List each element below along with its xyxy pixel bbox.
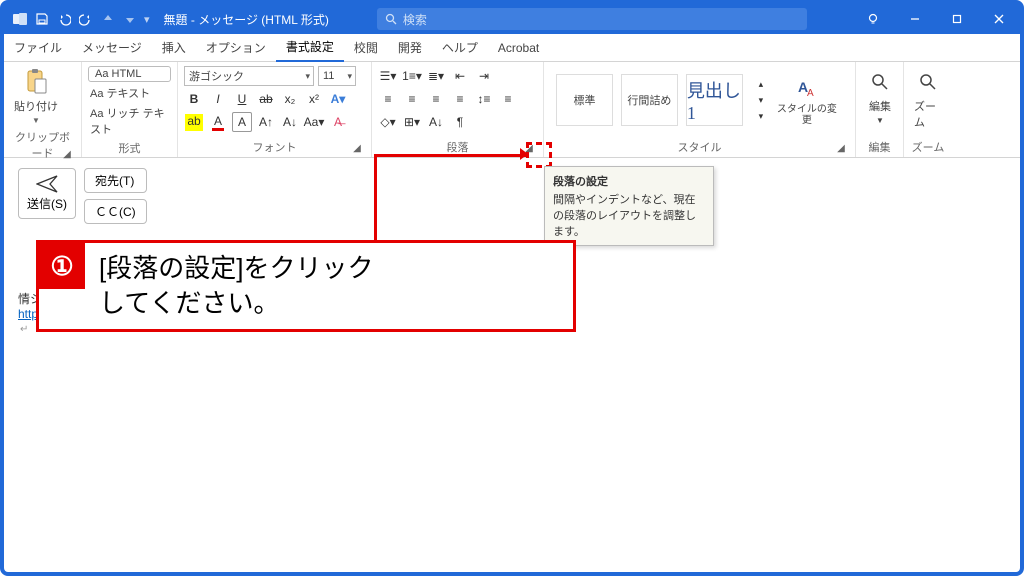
tab-help[interactable]: ヘルプ bbox=[432, 34, 488, 62]
clipboard-icon bbox=[22, 68, 50, 96]
font-family-select[interactable]: 游ゴシック bbox=[184, 66, 314, 86]
styles-launcher[interactable]: ◢ bbox=[835, 142, 847, 154]
close-button[interactable] bbox=[978, 4, 1020, 34]
dec-indent-button[interactable]: ⇤ bbox=[450, 66, 470, 86]
char-shading-button[interactable]: A bbox=[232, 112, 252, 132]
style-heading1[interactable]: 見出し 1 bbox=[686, 74, 743, 126]
distributed-button[interactable]: ≡ bbox=[498, 89, 518, 109]
highlight-marker bbox=[526, 142, 552, 168]
sort-button[interactable]: A↓ bbox=[426, 112, 446, 132]
italic-button[interactable]: I bbox=[208, 89, 228, 109]
superscript-button[interactable]: x² bbox=[304, 89, 324, 109]
up-arrow-icon[interactable] bbox=[100, 11, 116, 27]
outlook-icon bbox=[12, 11, 28, 27]
search-placeholder: 検索 bbox=[403, 11, 427, 28]
cc-button[interactable]: ＣＣ(C) bbox=[84, 199, 147, 224]
bold-button[interactable]: B bbox=[184, 89, 204, 109]
chevron-down-icon: ▼ bbox=[32, 116, 40, 125]
shading-button[interactable]: ◇▾ bbox=[378, 112, 398, 132]
to-button[interactable]: 宛先(T) bbox=[84, 168, 147, 193]
tab-options[interactable]: オプション bbox=[196, 34, 276, 62]
save-icon[interactable] bbox=[34, 11, 50, 27]
tab-insert[interactable]: 挿入 bbox=[152, 34, 196, 62]
numbering-button[interactable]: 1≡▾ bbox=[402, 66, 422, 86]
borders-button[interactable]: ⊞▾ bbox=[402, 112, 422, 132]
change-styles-button[interactable]: AA スタイルの変更 bbox=[771, 72, 843, 128]
style-nospace[interactable]: 行間詰め bbox=[621, 74, 678, 126]
send-icon bbox=[36, 175, 58, 193]
svg-text:A: A bbox=[807, 88, 814, 99]
align-left-button[interactable]: ≡ bbox=[378, 89, 398, 109]
show-marks-button[interactable]: ¶ bbox=[450, 112, 470, 132]
ribbon: 貼り付け ▼ クリップボード◢ Aa HTML Aa テキスト Aa リッチ テ… bbox=[4, 62, 1020, 158]
style-normal[interactable]: 標準 bbox=[556, 74, 613, 126]
tab-acrobat[interactable]: Acrobat bbox=[488, 34, 549, 62]
paste-button[interactable]: 貼り付け ▼ bbox=[10, 66, 62, 127]
redo-icon[interactable] bbox=[78, 11, 94, 27]
tab-file[interactable]: ファイル bbox=[4, 34, 72, 62]
send-button[interactable]: 送信(S) bbox=[18, 168, 76, 219]
change-styles-icon: AA bbox=[793, 74, 821, 102]
justify-button[interactable]: ≡ bbox=[450, 89, 470, 109]
grow-font-button[interactable]: A↑ bbox=[256, 112, 276, 132]
inc-indent-button[interactable]: ⇥ bbox=[474, 66, 494, 86]
align-right-button[interactable]: ≡ bbox=[426, 89, 446, 109]
zoom-button[interactable]: ズーム bbox=[910, 66, 946, 132]
gallery-more-icon[interactable]: ▾ bbox=[751, 109, 771, 123]
qat-overflow[interactable]: ▾ bbox=[144, 13, 150, 26]
title-bar: ▾ 無題 - メッセージ (HTML 形式) 検索 bbox=[4, 4, 1020, 34]
editing-button[interactable]: 編集▼ bbox=[862, 66, 898, 127]
bullets-button[interactable]: ☰▾ bbox=[378, 66, 398, 86]
tab-format[interactable]: 書式設定 bbox=[276, 34, 344, 62]
ribbon-tabs: ファイル メッセージ 挿入 オプション 書式設定 校閲 開発 ヘルプ Acrob… bbox=[4, 34, 1020, 62]
font-launcher[interactable]: ◢ bbox=[351, 142, 363, 154]
help-lightbulb-icon[interactable] bbox=[852, 4, 894, 34]
text-effects-button[interactable]: A▾ bbox=[328, 89, 348, 109]
annotation-callout: ① [段落の設定]をクリック してください。 bbox=[36, 240, 576, 332]
font-size-select[interactable]: 11 bbox=[318, 66, 356, 86]
callout-line bbox=[374, 154, 526, 157]
format-text-button[interactable]: Aa テキスト bbox=[88, 84, 171, 102]
shrink-font-button[interactable]: A↓ bbox=[280, 112, 300, 132]
strike-button[interactable]: ab bbox=[256, 89, 276, 109]
down-arrow-icon[interactable] bbox=[122, 11, 138, 27]
highlight-button[interactable]: ab bbox=[184, 112, 204, 132]
minimize-button[interactable] bbox=[894, 4, 936, 34]
window-title: 無題 - メッセージ (HTML 形式) bbox=[164, 11, 329, 28]
search-icon bbox=[385, 13, 397, 25]
paragraph-tooltip: 段落の設定 間隔やインデントなど、現在の段落のレイアウトを調整します。 bbox=[544, 166, 714, 246]
subscript-button[interactable]: x₂ bbox=[280, 89, 300, 109]
multilevel-button[interactable]: ≣▾ bbox=[426, 66, 446, 86]
annotation-number: ① bbox=[39, 243, 85, 289]
zoom-icon bbox=[914, 68, 942, 96]
tab-message[interactable]: メッセージ bbox=[72, 34, 152, 62]
format-rich-button[interactable]: Aa リッチ テキスト bbox=[88, 104, 171, 138]
font-color-button[interactable]: A bbox=[208, 112, 228, 132]
line-spacing-button[interactable]: ↕≡ bbox=[474, 89, 494, 109]
undo-icon[interactable] bbox=[56, 11, 72, 27]
underline-button[interactable]: U bbox=[232, 89, 252, 109]
gallery-down-icon[interactable]: ▾ bbox=[751, 93, 771, 107]
callout-arrowhead bbox=[520, 148, 528, 160]
find-icon bbox=[866, 68, 894, 96]
align-center-button[interactable]: ≡ bbox=[402, 89, 422, 109]
maximize-button[interactable] bbox=[936, 4, 978, 34]
tab-review[interactable]: 校閲 bbox=[344, 34, 388, 62]
callout-line bbox=[374, 154, 377, 242]
gallery-up-icon[interactable]: ▴ bbox=[751, 77, 771, 91]
format-html-button[interactable]: Aa HTML bbox=[88, 66, 171, 82]
tab-developer[interactable]: 開発 bbox=[388, 34, 432, 62]
search-box[interactable]: 検索 bbox=[377, 8, 807, 30]
clear-format-button[interactable]: A̶ bbox=[328, 112, 348, 132]
change-case-button[interactable]: Aa▾ bbox=[304, 112, 324, 132]
